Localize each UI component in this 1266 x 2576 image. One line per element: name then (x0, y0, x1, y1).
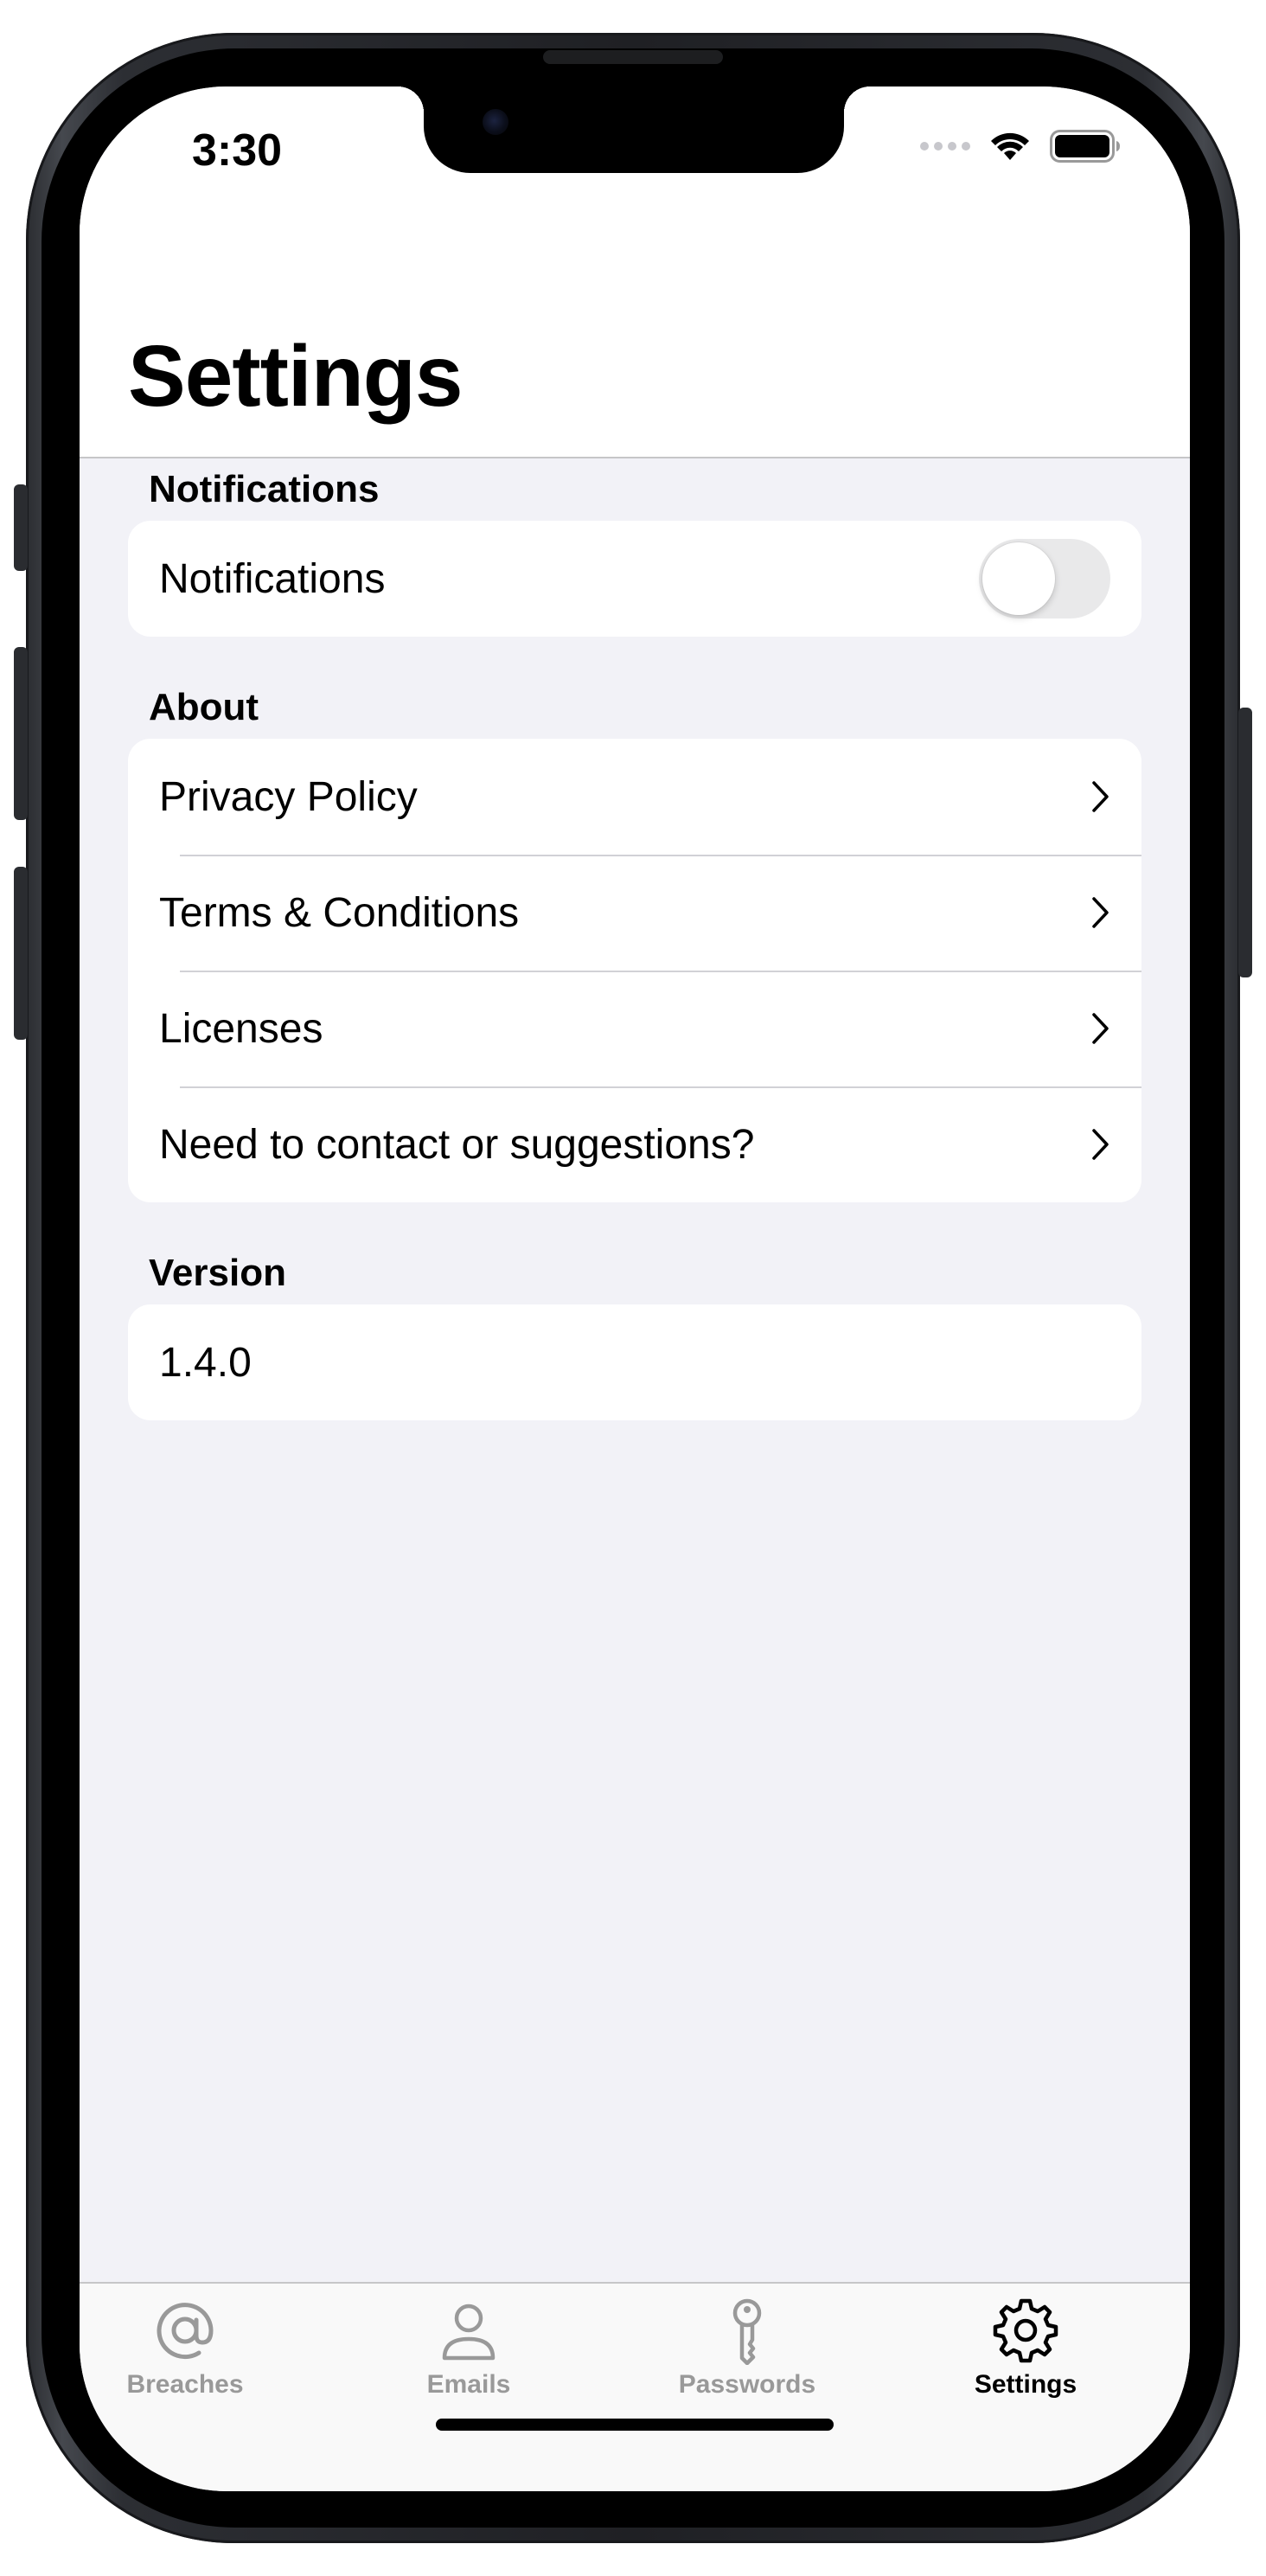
chevron-right-icon (1092, 897, 1109, 928)
tab-bar: Breaches Emails Passwords Settings (80, 2282, 1190, 2491)
tab-passwords[interactable]: Passwords (643, 2296, 851, 2400)
volume-up-button (14, 647, 28, 820)
cellular-signal-icon (920, 142, 970, 151)
contact-suggestions-label: Need to contact or suggestions? (159, 1121, 755, 1168)
about-group: Privacy Policy Terms & Conditions Licens… (128, 739, 1141, 1202)
wifi-icon (991, 132, 1029, 160)
notifications-label: Notifications (159, 555, 386, 602)
section-header-version: Version (149, 1252, 286, 1294)
version-value: 1.4.0 (159, 1339, 252, 1386)
notch (398, 87, 870, 173)
front-camera (483, 109, 508, 135)
gear-icon (993, 2298, 1058, 2363)
at-sign-icon (157, 2303, 214, 2360)
tab-label-passwords: Passwords (678, 2370, 816, 2399)
screen: 3:30 Settings Notifications Notification… (80, 87, 1190, 2491)
chevron-right-icon (1092, 781, 1109, 812)
licenses-label: Licenses (159, 1005, 323, 1052)
tab-label-breaches: Breaches (126, 2370, 244, 2399)
key-icon (732, 2298, 762, 2365)
chevron-right-icon (1092, 1013, 1109, 1044)
settings-list: Notifications Notifications About Privac… (128, 458, 1141, 1420)
notifications-toggle[interactable] (979, 539, 1110, 618)
version-row: 1.4.0 (128, 1304, 1141, 1420)
tab-emails[interactable]: Emails (365, 2296, 572, 2400)
section-header-about: About (149, 686, 259, 728)
earpiece-speaker (543, 50, 723, 64)
tab-label-emails: Emails (426, 2370, 511, 2399)
version-group: 1.4.0 (128, 1304, 1141, 1420)
tab-label-settings: Settings (974, 2370, 1077, 2399)
notifications-row: Notifications (128, 521, 1141, 637)
privacy-policy-label: Privacy Policy (159, 773, 418, 820)
battery-icon (1050, 130, 1120, 163)
status-indicators (920, 130, 1121, 163)
volume-down-button (14, 867, 28, 1040)
privacy-policy-row[interactable]: Privacy Policy (128, 739, 1141, 855)
power-button (1238, 708, 1252, 977)
notifications-group: Notifications (128, 521, 1141, 637)
status-time: 3:30 (192, 125, 283, 176)
tab-settings[interactable]: Settings (922, 2296, 1129, 2400)
terms-conditions-label: Terms & Conditions (159, 889, 520, 936)
person-icon (442, 2304, 496, 2361)
section-header-notifications: Notifications (149, 468, 380, 510)
home-indicator[interactable] (436, 2419, 834, 2431)
licenses-row[interactable]: Licenses (128, 971, 1141, 1086)
chevron-right-icon (1092, 1129, 1109, 1160)
contact-suggestions-row[interactable]: Need to contact or suggestions? (128, 1086, 1141, 1202)
tab-breaches[interactable]: Breaches (81, 2296, 289, 2400)
action-button (14, 484, 28, 571)
toggle-knob (982, 542, 1055, 615)
terms-conditions-row[interactable]: Terms & Conditions (128, 855, 1141, 971)
page-title: Settings (128, 328, 463, 425)
